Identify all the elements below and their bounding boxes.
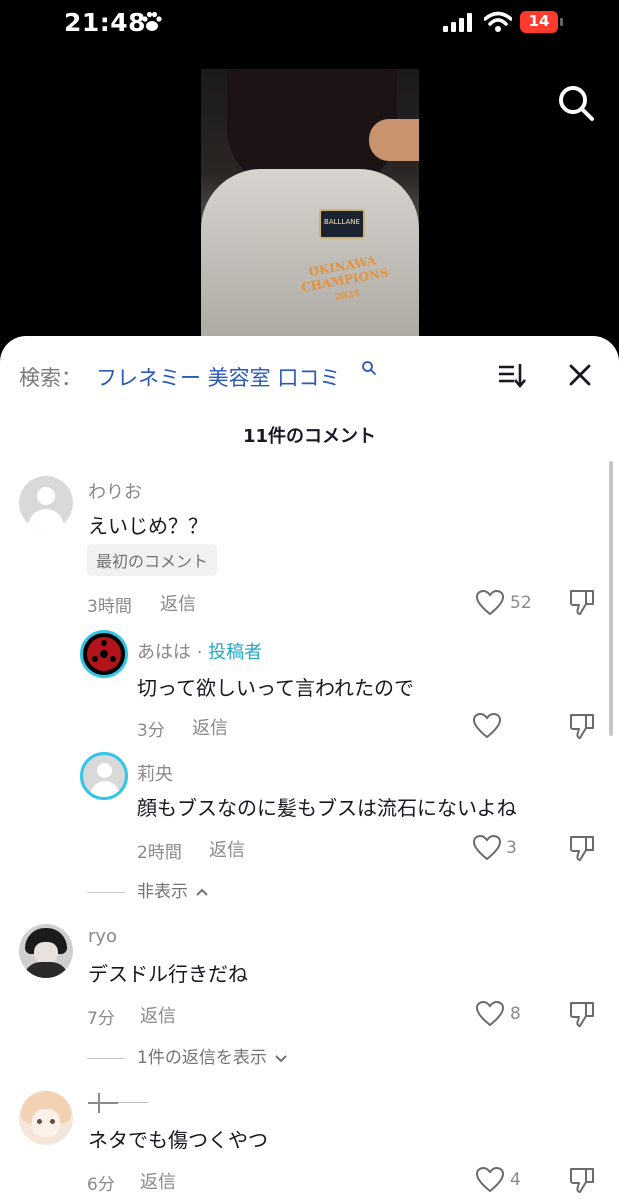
avatar-face bbox=[32, 1109, 60, 1137]
battery-level: 14 bbox=[528, 12, 550, 30]
jersey-year: 2024 bbox=[334, 288, 361, 303]
comment-time: 3時間 bbox=[87, 597, 132, 617]
heart-icon[interactable] bbox=[476, 1001, 504, 1027]
reply-username-text: あはは bbox=[137, 642, 191, 663]
thread-divider bbox=[87, 1057, 125, 1059]
chevron-down-icon bbox=[275, 1055, 287, 1063]
comments-panel: 検索： フレネミー 美容室 口コミ 11件のコメント わりお えいじめ？？ 最初… bbox=[0, 336, 619, 1200]
reply-time: 2時間 bbox=[137, 843, 182, 863]
avatar-body bbox=[90, 781, 120, 797]
heart-icon[interactable] bbox=[473, 713, 501, 739]
avatar-anime-girl[interactable] bbox=[19, 1091, 73, 1145]
avatar-eye bbox=[50, 1119, 55, 1124]
thread-divider bbox=[87, 891, 125, 893]
status-time: 21:48 bbox=[64, 8, 147, 37]
search-small-icon bbox=[362, 361, 376, 375]
comment-time: 6分 bbox=[87, 1175, 115, 1195]
heart-icon[interactable] bbox=[473, 835, 501, 861]
wifi-icon bbox=[484, 11, 512, 32]
video-preview[interactable]: BALLLANE OKINAWA CHAMPIONS 2024 bbox=[201, 69, 419, 369]
reply-button[interactable]: 返信 bbox=[160, 590, 196, 616]
avatar-face bbox=[34, 942, 58, 964]
cellular-signal-icon bbox=[443, 13, 472, 32]
like-count: 52 bbox=[510, 593, 532, 613]
first-comment-badge: 最初のコメント bbox=[87, 544, 218, 576]
heart-icon[interactable] bbox=[476, 590, 504, 616]
avatar-default[interactable] bbox=[80, 752, 128, 800]
avatar-body bbox=[23, 962, 69, 978]
like-count: 3 bbox=[506, 838, 517, 858]
comment-time: 7分 bbox=[87, 1009, 115, 1029]
search-icon[interactable] bbox=[557, 84, 595, 122]
dislike-icon[interactable] bbox=[568, 834, 596, 862]
comment-text: ネタでも傷つくやつ bbox=[88, 1128, 268, 1152]
view-replies-label: 1件の返信を表示 bbox=[137, 1048, 267, 1068]
reply-time: 3分 bbox=[137, 721, 165, 741]
avatar-ryo[interactable] bbox=[19, 924, 73, 978]
hand-region bbox=[369, 119, 419, 161]
sort-icon[interactable] bbox=[497, 360, 527, 390]
reply-text: 顔もブスなのに髪もブスは流石にないよね bbox=[137, 796, 517, 820]
avatar-author[interactable] bbox=[80, 630, 128, 678]
avatar-default[interactable] bbox=[19, 476, 73, 530]
search-prefix: 検索： bbox=[19, 366, 82, 390]
dislike-icon[interactable] bbox=[568, 588, 596, 616]
creator-label: 投稿者 bbox=[208, 642, 263, 663]
sharingan-iris bbox=[87, 637, 121, 671]
username-stylized-mark[interactable] bbox=[88, 1093, 148, 1113]
paw-icon bbox=[142, 11, 162, 31]
dislike-icon[interactable] bbox=[568, 712, 596, 740]
search-term-link[interactable]: フレネミー 美容室 口コミ bbox=[96, 362, 340, 392]
dislike-icon[interactable] bbox=[568, 1000, 596, 1028]
jersey-badge-text: BALLLANE bbox=[324, 218, 360, 226]
battery-icon: 14 bbox=[520, 11, 564, 33]
like-count: 4 bbox=[510, 1170, 521, 1190]
hide-replies-toggle[interactable]: 非表示 bbox=[87, 877, 209, 902]
jersey-badge: BALLLANE bbox=[319, 209, 365, 239]
username-separator: · bbox=[191, 642, 209, 663]
scrollbar[interactable] bbox=[609, 461, 613, 736]
comment-text: デスドル行きだね bbox=[88, 962, 248, 986]
reply-username[interactable]: 莉央 bbox=[137, 760, 173, 786]
heart-icon[interactable] bbox=[476, 1167, 504, 1193]
reply-username[interactable]: あはは · 投稿者 bbox=[137, 638, 262, 664]
avatar-body bbox=[28, 509, 64, 530]
chevron-up-icon bbox=[196, 888, 209, 896]
view-replies-toggle[interactable]: 1件の返信を表示 bbox=[87, 1043, 288, 1068]
comment-text: えいじめ？？ bbox=[88, 514, 208, 538]
comment-username[interactable]: ryo bbox=[88, 926, 117, 947]
related-search-row[interactable]: 検索： フレネミー 美容室 口コミ bbox=[0, 358, 619, 394]
reply-button[interactable]: 返信 bbox=[140, 1002, 176, 1028]
reply-text: 切って欲しいって言われたので bbox=[137, 676, 414, 700]
close-icon[interactable] bbox=[567, 362, 593, 388]
hide-replies-label: 非表示 bbox=[137, 882, 188, 902]
dislike-icon[interactable] bbox=[568, 1166, 596, 1194]
status-bar: 21:48 14 bbox=[0, 0, 619, 48]
avatar-eye bbox=[37, 1119, 42, 1124]
reply-button[interactable]: 返信 bbox=[192, 714, 228, 740]
comment-username[interactable]: わりお bbox=[88, 478, 142, 504]
avatar-head bbox=[37, 487, 55, 505]
like-count: 8 bbox=[510, 1004, 521, 1024]
reply-button[interactable]: 返信 bbox=[140, 1168, 176, 1194]
comment-count: 11件のコメント bbox=[242, 426, 377, 447]
reply-button[interactable]: 返信 bbox=[209, 836, 245, 862]
avatar-head bbox=[97, 763, 112, 778]
